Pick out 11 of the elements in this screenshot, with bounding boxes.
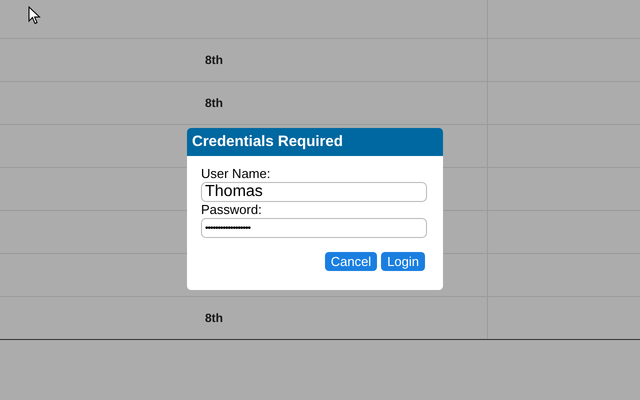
password-field[interactable]: •••••••••••••••••• <box>201 218 427 238</box>
field-label: User Name: <box>201 166 272 182</box>
username-field[interactable]: Thomas <box>201 182 427 202</box>
mouse-pointer-icon <box>28 6 41 25</box>
table-cell-text: 8th <box>205 52 223 69</box>
cancel-button[interactable]: Cancel <box>324 252 378 271</box>
login-button[interactable]: Login <box>381 252 425 271</box>
table-cell-text: 8th <box>205 310 223 327</box>
table-cell-text: 8th <box>205 95 223 112</box>
dialog-title: Credentials Required <box>187 128 443 156</box>
field-label: Password: <box>201 202 263 218</box>
